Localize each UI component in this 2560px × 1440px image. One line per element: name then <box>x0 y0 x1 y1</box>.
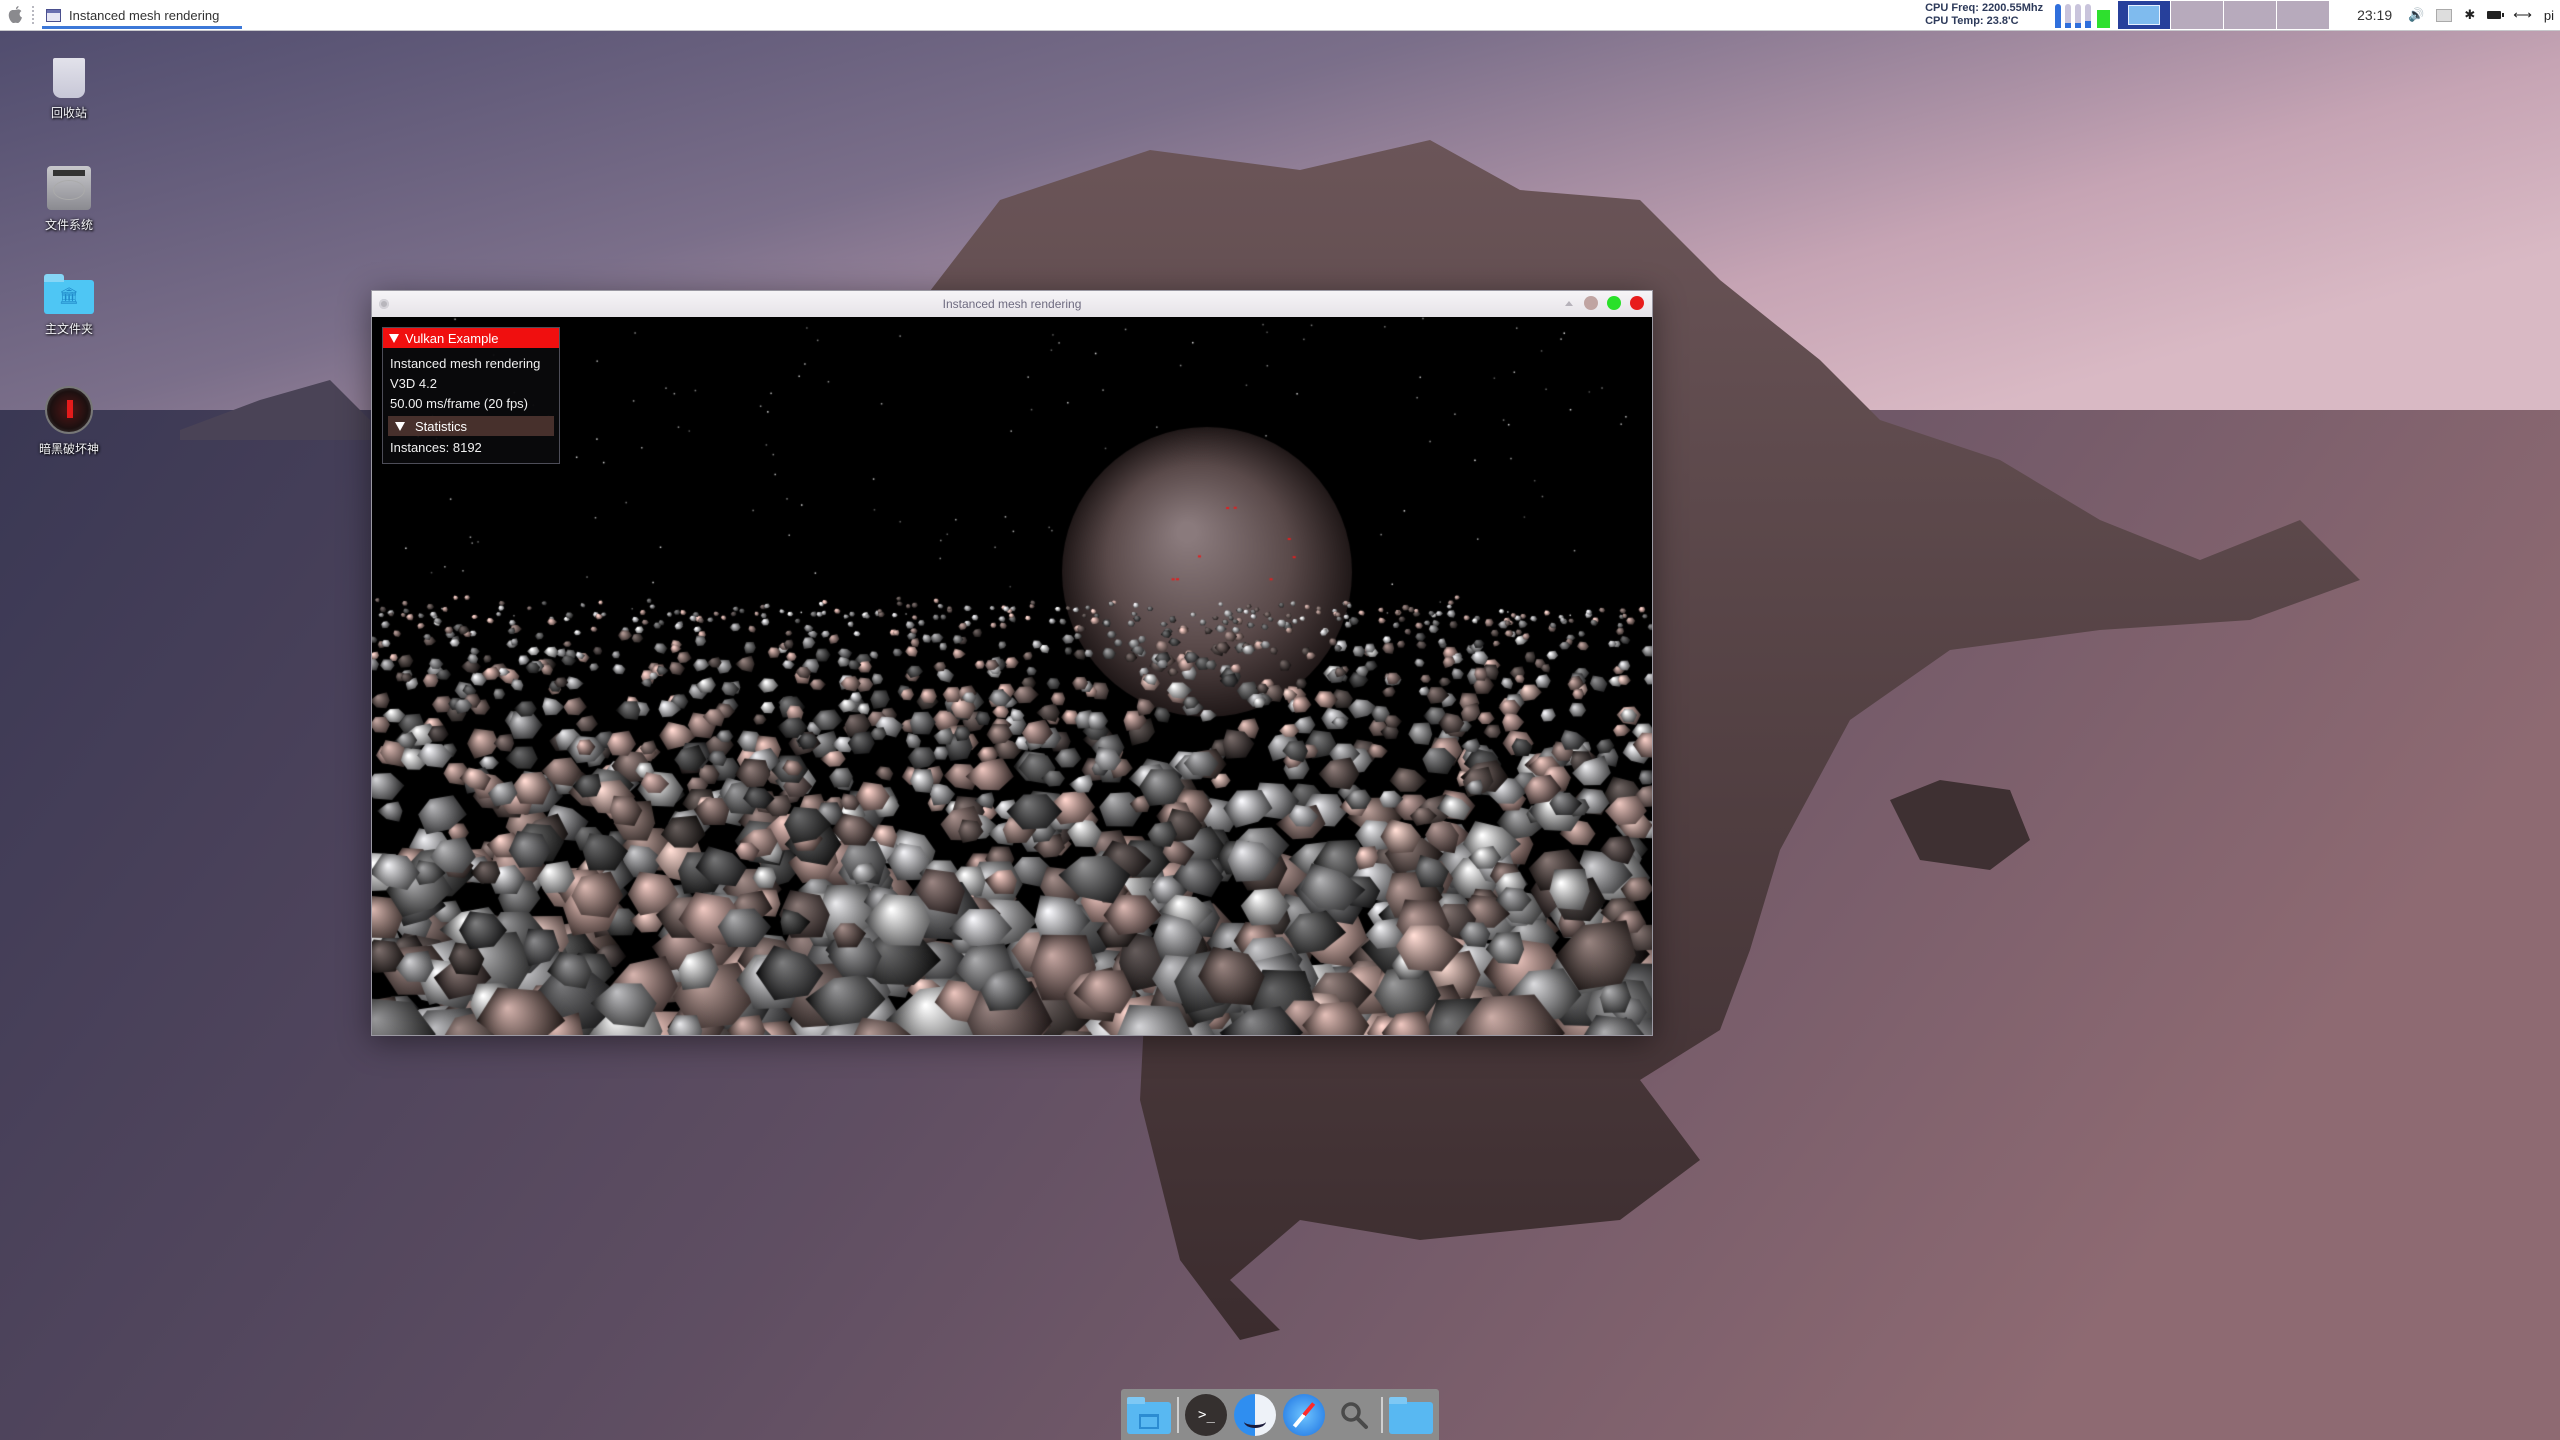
terminal-icon: >_ <box>1185 1393 1228 1436</box>
memory-usage-fill <box>2097 9 2111 28</box>
render-viewport[interactable]: Vulkan Example Instanced mesh rendering … <box>372 317 1652 1035</box>
desktop-icon-label: 主文件夹 <box>44 322 93 336</box>
asteroid-field-render <box>372 317 1652 1035</box>
desktop-icon-diablo[interactable]: 暗黑破坏神 <box>14 386 124 457</box>
window-controls <box>1565 296 1644 310</box>
cpu-core-bar <box>2055 4 2062 28</box>
statistics-label: Statistics <box>415 418 468 434</box>
cpu-core-bar <box>2085 4 2092 28</box>
folder-icon <box>1388 1396 1433 1434</box>
user-label[interactable]: pi <box>2544 8 2554 23</box>
cpu-core-bar <box>2075 4 2082 28</box>
home-folder-icon <box>44 274 94 314</box>
imgui-overlay: Vulkan Example Instanced mesh rendering … <box>382 327 560 464</box>
minimize-button[interactable] <box>1584 296 1598 310</box>
memory-usage-graph[interactable] <box>2097 2 2111 28</box>
workspace-3[interactable] <box>2224 1 2277 29</box>
apple-logo-icon <box>8 6 22 24</box>
dock-separator <box>1177 1396 1179 1433</box>
keyboard-layout-button[interactable] <box>2436 8 2453 22</box>
volume-icon[interactable]: 🔊 <box>2408 7 2424 23</box>
cpu-monitor: CPU Freq: 2200.55Mhz CPU Temp: 23.8'C <box>1925 2 2043 28</box>
cpu-core-fill <box>2085 20 2092 28</box>
shade-button[interactable] <box>1565 300 1573 306</box>
desktop-icon-label: 文件系统 <box>44 218 93 232</box>
dock-safari[interactable] <box>1283 1393 1326 1437</box>
window-icon <box>46 8 61 22</box>
desktop-icon-label: 暗黑破坏神 <box>38 442 99 456</box>
dock-finder[interactable] <box>1234 1393 1277 1437</box>
network-icon[interactable]: ⟷ <box>2513 7 2532 23</box>
workspace-pager <box>2118 1 2330 29</box>
overlay-header[interactable]: Vulkan Example <box>383 328 559 348</box>
dock-separator <box>1381 1396 1383 1433</box>
cpu-core-fill <box>2055 4 2062 28</box>
clock[interactable]: 23:19 <box>2357 7 2392 23</box>
dock-terminal[interactable]: >_ <box>1185 1393 1228 1437</box>
dock-search[interactable] <box>1332 1393 1375 1437</box>
cpu-core-fill <box>2065 23 2072 28</box>
cpu-usage-graph[interactable] <box>2055 2 2092 28</box>
cpu-frequency: CPU Freq: 2200.55Mhz <box>1925 2 2044 14</box>
bluetooth-icon[interactable]: ✱ <box>2464 7 2475 23</box>
instances-count: Instances: 8192 <box>390 440 482 455</box>
collapse-triangle-icon <box>395 421 405 431</box>
dock: >_ <box>1121 1389 1439 1440</box>
close-button[interactable] <box>1630 296 1644 310</box>
workspace-2[interactable] <box>2171 1 2224 29</box>
cpu-core-fill <box>2075 23 2082 28</box>
search-icon <box>1340 1401 1368 1429</box>
desktop-icon-filesystem[interactable]: 文件系统 <box>14 166 124 233</box>
window-titlebar[interactable]: Instanced mesh rendering <box>372 291 1652 317</box>
safari-compass-icon <box>1283 1393 1326 1436</box>
trash-icon <box>53 58 85 98</box>
workspace-4[interactable] <box>2277 1 2330 29</box>
battery-button[interactable] <box>2487 11 2505 19</box>
overlay-demo-name: Instanced mesh rendering <box>390 356 541 371</box>
keyboard-icon <box>2436 8 2453 22</box>
statistics-section-header[interactable]: Statistics <box>388 416 554 436</box>
taskbar-window-title: Instanced mesh rendering <box>69 7 220 23</box>
workspace-window-thumbnail <box>2128 5 2161 25</box>
battery-icon <box>2487 11 2505 19</box>
cpu-temperature: CPU Temp: 23.8'C <box>1925 15 2019 27</box>
top-panel: Instanced mesh rendering CPU Freq: 2200.… <box>0 0 2560 31</box>
desktop-icon-label: 回收站 <box>50 106 87 120</box>
diablo-game-icon <box>45 386 93 434</box>
apple-menu-button[interactable] <box>0 0 30 30</box>
cpu-core-bar <box>2065 4 2072 28</box>
finder-icon <box>1234 1393 1277 1436</box>
taskbar-window-button[interactable]: Instanced mesh rendering <box>42 0 242 30</box>
desktop-icon-trash[interactable]: 回收站 <box>14 58 124 121</box>
window-title: Instanced mesh rendering <box>942 297 1082 311</box>
overlay-gpu-name: V3D 4.2 <box>390 376 437 391</box>
drawer-folder-icon <box>1127 1396 1171 1434</box>
dock-file-manager[interactable] <box>1127 1393 1171 1437</box>
overlay-title: Vulkan Example <box>405 330 499 346</box>
overlay-frame-time: 50.00 ms/frame (20 fps) <box>390 396 528 411</box>
collapse-triangle-icon <box>389 333 399 343</box>
workspace-1[interactable] <box>2118 1 2171 29</box>
maximize-button[interactable] <box>1607 296 1621 310</box>
dock-folder[interactable] <box>1388 1393 1433 1437</box>
vulkan-app-window: Instanced mesh rendering Vulkan Example … <box>371 290 1653 1036</box>
panel-separator <box>32 6 36 24</box>
desktop-icon-home-folder[interactable]: 主文件夹 <box>14 270 124 337</box>
hard-drive-icon <box>47 166 91 210</box>
